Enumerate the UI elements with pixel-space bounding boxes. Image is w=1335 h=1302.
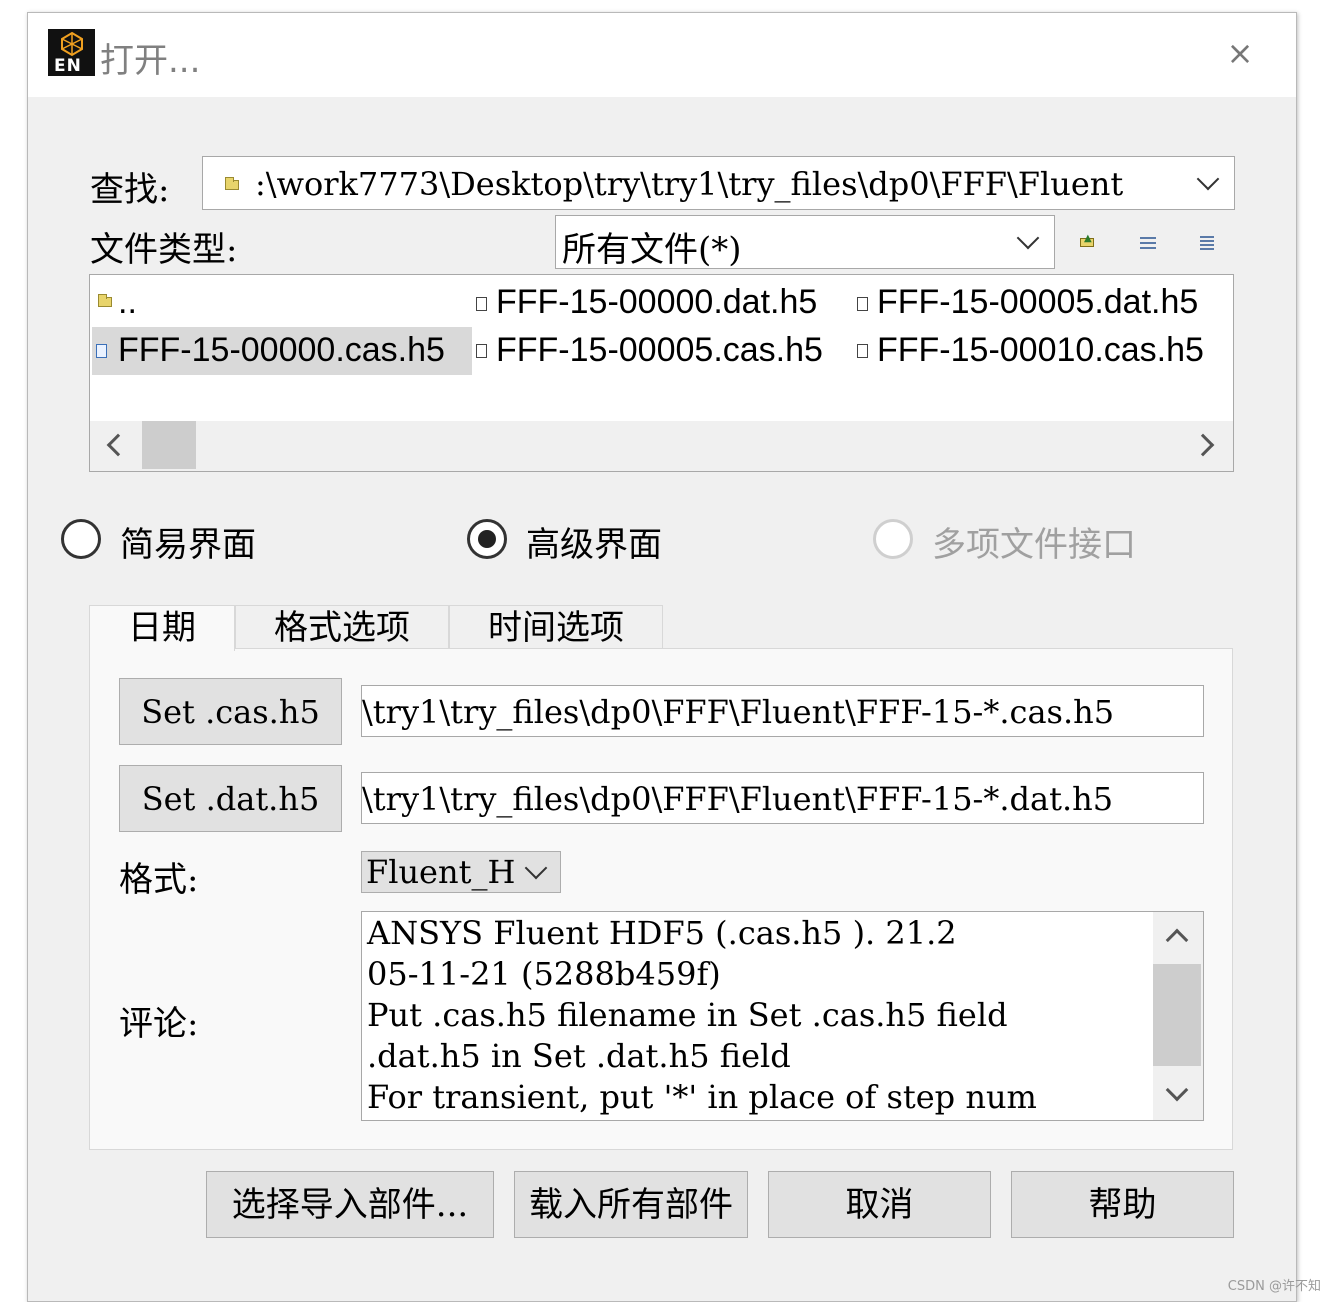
file-name: .. [118, 283, 137, 321]
radio-simple-label[interactable]: 简易界面 [120, 517, 256, 566]
folder-icon [225, 177, 239, 190]
detail-view-icon[interactable] [1198, 233, 1218, 251]
file-name: FFF-15-00000.cas.h5 [118, 331, 445, 369]
radio-simple[interactable] [61, 519, 101, 559]
filetype-value: 所有文件(*) [562, 230, 742, 269]
file-icon [857, 344, 868, 358]
lookin-label: 查找: [90, 170, 170, 210]
radio-multi-file-label: 多项文件接口 [932, 525, 1136, 565]
scroll-down-icon[interactable] [1165, 1078, 1189, 1102]
comment-textarea[interactable]: ANSYS Fluent HDF5 (.cas.h5 ). 21.2 05-11… [361, 911, 1204, 1121]
title-bar: EN 打开... × [28, 13, 1296, 97]
format-label: 格式: [119, 860, 199, 900]
lookin-path: :\work7773\Desktop\try\try1\try_files\dp… [255, 165, 1124, 203]
dat-path-field[interactable]: \try1\try_files\dp0\FFF\Fluent\FFF-15-*.… [361, 772, 1204, 824]
file-name: FFF-15-00000.dat.h5 [496, 283, 818, 321]
chevron-down-icon [1196, 167, 1220, 191]
list-view-icon[interactable] [1138, 233, 1158, 251]
comment-line: 05-11-21 (5288b459f) [367, 955, 721, 993]
scroll-up-icon[interactable] [1165, 928, 1189, 952]
help-button[interactable]: 帮助 [1011, 1171, 1234, 1238]
format-combo[interactable]: Fluent_H [361, 851, 561, 893]
vertical-scrollbar[interactable] [1153, 912, 1203, 1120]
filetype-label: 文件类型: [90, 230, 238, 270]
load-all-parts-button[interactable]: 载入所有部件 [514, 1171, 748, 1238]
set-dat-button[interactable]: Set .dat.h5 [119, 765, 342, 832]
parent-folder-icon[interactable]: ▲ [1078, 233, 1098, 251]
set-cas-button[interactable]: Set .cas.h5 [119, 678, 342, 745]
file-icon [476, 297, 487, 311]
chevron-down-icon [1016, 226, 1040, 250]
app-icon-text: EN [54, 56, 82, 76]
horizontal-scrollbar[interactable] [90, 421, 1233, 471]
chevron-down-icon [524, 856, 548, 880]
cancel-button[interactable]: 取消 [768, 1171, 991, 1238]
folder-icon [98, 294, 112, 307]
scroll-right-icon[interactable] [1191, 433, 1215, 457]
file-name: FFF-15-00005.cas.h5 [496, 331, 823, 369]
filetype-combo[interactable]: 所有文件(*) [555, 215, 1055, 269]
comment-label: 评论: [119, 1004, 199, 1044]
format-value: Fluent_H [366, 853, 516, 891]
scrollbar-thumb[interactable] [142, 421, 196, 469]
radio-multi-file [873, 519, 913, 559]
file-list[interactable]: .. FFF-15-00000.cas.h5 FFF-15-00000.dat.… [89, 274, 1234, 472]
tab-format-options[interactable]: 格式选项 [235, 605, 449, 649]
file-icon [857, 297, 868, 311]
tab-date[interactable]: 日期 [89, 605, 235, 651]
comment-line: For transient, put '*' in place of step … [367, 1078, 1037, 1116]
select-parts-button[interactable]: 选择导入部件... [206, 1171, 494, 1238]
list-item-file[interactable]: FFF-15-00005.dat.h5 [855, 281, 1233, 325]
comment-line: Put .cas.h5 filename in Set .cas.h5 fiel… [367, 996, 1008, 1034]
list-item-file[interactable]: FFF-15-00000.cas.h5 [92, 327, 472, 375]
radio-advanced[interactable] [467, 519, 507, 559]
dat-path-value: \try1\try_files\dp0\FFF\Fluent\FFF-15-*.… [362, 780, 1114, 818]
watermark: CSDN @许不知 [1227, 1279, 1321, 1294]
list-item-parent-dir[interactable]: .. [92, 281, 472, 325]
file-name: FFF-15-00010.cas.h5 [877, 331, 1204, 369]
list-item-file[interactable]: FFF-15-00005.cas.h5 [474, 327, 854, 375]
list-item-file[interactable]: FFF-15-00000.dat.h5 [474, 281, 854, 325]
comment-line: ANSYS Fluent HDF5 (.cas.h5 ). 21.2 [367, 914, 957, 952]
close-icon[interactable]: × [1222, 35, 1258, 71]
tab-time-options[interactable]: 时间选项 [449, 605, 663, 649]
ensight-app-icon: EN [48, 29, 95, 76]
cas-path-value: \try1\try_files\dp0\FFF\Fluent\FFF-15-*.… [362, 693, 1115, 731]
dialog-title: 打开... [100, 41, 201, 81]
scroll-left-icon[interactable] [106, 433, 130, 457]
list-item-file[interactable]: FFF-15-00010.cas.h5 [855, 327, 1233, 375]
scrollbar-thumb[interactable] [1153, 964, 1201, 1066]
file-icon [96, 344, 107, 358]
radio-advanced-label[interactable]: 高级界面 [526, 517, 662, 566]
comment-line: .dat.h5 in Set .dat.h5 field [367, 1037, 791, 1075]
file-name: FFF-15-00005.dat.h5 [877, 283, 1199, 321]
file-icon [476, 344, 487, 358]
lookin-combo[interactable]: :\work7773\Desktop\try\try1\try_files\dp… [202, 156, 1235, 210]
cas-path-field[interactable]: \try1\try_files\dp0\FFF\Fluent\FFF-15-*.… [361, 685, 1204, 737]
